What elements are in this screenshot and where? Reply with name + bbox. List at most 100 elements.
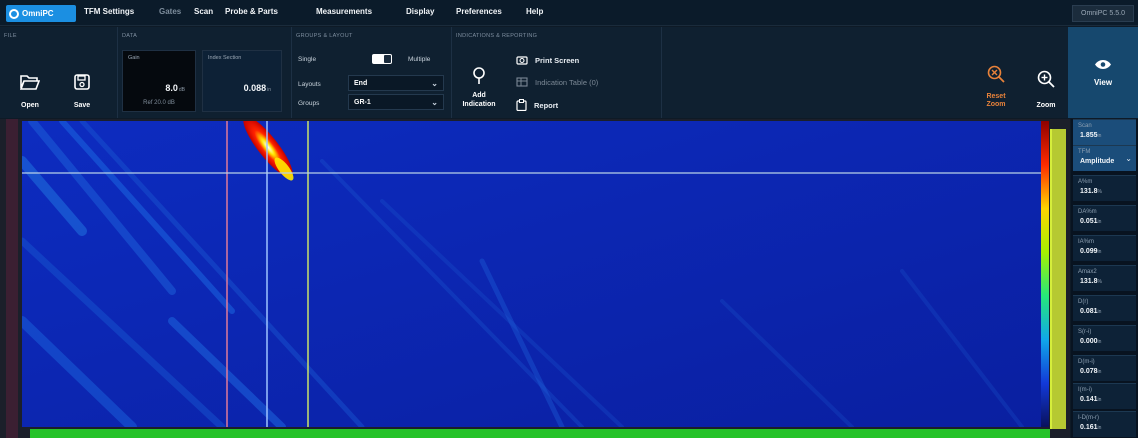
menu-gates[interactable]: Gates	[159, 7, 181, 16]
reading-value: 0.081in	[1080, 308, 1101, 315]
menu-display[interactable]: Display	[406, 7, 434, 16]
single-multiple-row: Single Multiple	[298, 51, 448, 67]
tfm-image[interactable]	[22, 121, 1048, 427]
reading-value: Amplitude	[1080, 158, 1114, 165]
reading-selector[interactable]: TFM Amplitude ⌄	[1073, 145, 1136, 171]
camera-icon	[516, 56, 528, 65]
reading-unit: in	[1097, 397, 1102, 403]
save-label: Save	[73, 102, 91, 109]
report-button[interactable]: Report	[516, 99, 558, 111]
index-section-title: Index Section	[208, 55, 242, 61]
omnipc-logo-icon	[9, 8, 19, 19]
reading-value: 0.000in	[1080, 338, 1101, 345]
menu-tfm-settings[interactable]: TFM Settings	[84, 7, 134, 16]
reading-name: D(m-i)	[1078, 359, 1095, 365]
reading-name: I-D(m-r)	[1078, 415, 1099, 421]
indications-section-header: INDICATIONS & REPORTING	[456, 33, 538, 39]
chevron-down-icon: ⌄	[1125, 154, 1132, 163]
data-section: DATA Gain 8.0dB Ref 20.0 dB Index Sectio…	[118, 27, 292, 118]
file-section-header: FILE	[4, 33, 17, 39]
reading-item[interactable]: Amax2 131.8%	[1073, 265, 1136, 291]
zoom-label: Zoom	[1036, 102, 1056, 109]
amplitude-scale	[1050, 129, 1066, 429]
reading-number: 0.141	[1080, 396, 1098, 403]
zoom-button[interactable]: Zoom	[1026, 53, 1066, 113]
open-label: Open	[21, 102, 39, 109]
multiple-label: Multiple	[408, 55, 431, 63]
groups-section-header: GROUPS & LAYOUT	[296, 33, 353, 39]
reading-value: 1.855in	[1080, 132, 1101, 139]
reading-number: 0.099	[1080, 248, 1098, 255]
save-button[interactable]: Save	[62, 53, 102, 113]
indication-table-label: Indication Table (0)	[535, 77, 599, 87]
print-screen-label: Print Screen	[535, 55, 580, 65]
clipboard-icon	[516, 99, 527, 111]
reading-number: 0.000	[1080, 338, 1098, 345]
reading-item[interactable]: D(r) 0.081in	[1073, 295, 1136, 321]
reading-item[interactable]: IA%m 0.099in	[1073, 235, 1136, 261]
layouts-label: Layouts	[298, 81, 321, 88]
reading-value: 131.8%	[1080, 188, 1102, 195]
reading-unit: in	[1097, 425, 1102, 431]
open-button[interactable]: Open	[10, 53, 50, 113]
groups-label: Groups	[298, 100, 320, 107]
reading-unit: in	[1097, 369, 1102, 375]
groups-layout-section: GROUPS & LAYOUT Single Multiple Layouts …	[292, 27, 452, 118]
reading-value: 0.051in	[1080, 218, 1101, 225]
reset-zoom-label-1: Reset	[986, 93, 1006, 100]
reading-number: 131.8	[1080, 188, 1098, 195]
reading-number: 1.855	[1080, 132, 1098, 139]
gain-box[interactable]: Gain 8.0dB Ref 20.0 dB	[122, 50, 196, 112]
reading-number: Amplitude	[1080, 158, 1115, 165]
ribbon-toolbar: FILE Open Save DATA Gain 8.0dB Ref 20.0 …	[0, 27, 1138, 118]
menu-measurements[interactable]: Measurements	[316, 7, 372, 16]
print-screen-button[interactable]: Print Screen	[516, 55, 579, 65]
reading-name: D(r)	[1078, 299, 1089, 305]
reading-value: 0.141in	[1080, 396, 1101, 403]
groups-select[interactable]: GR-1 ⌄	[348, 94, 444, 110]
reading-value: 131.8%	[1080, 278, 1102, 285]
reading-name: Scan	[1078, 123, 1092, 129]
tfm-view	[0, 119, 1070, 438]
gain-value: 8.0dB	[165, 83, 185, 93]
reading-name: IA%m	[1078, 239, 1095, 245]
menu-scan[interactable]: Scan	[194, 7, 213, 16]
groups-value: GR-1	[354, 98, 371, 106]
reset-zoom-button[interactable]: Reset Zoom	[976, 53, 1016, 113]
add-indication-label-2: Indication	[462, 101, 496, 108]
reading-item[interactable]: I(m-i) 0.141in	[1073, 383, 1136, 409]
single-label: Single	[298, 55, 317, 63]
reading-item[interactable]: S(r-i) 0.000in	[1073, 325, 1136, 351]
pin-icon	[473, 67, 485, 84]
view-button[interactable]: View	[1068, 27, 1138, 118]
gain-title: Gain	[128, 55, 140, 61]
reading-number: 0.051	[1080, 218, 1098, 225]
zoom-in-icon	[1037, 70, 1055, 88]
reading-item[interactable]: DA%m 0.051in	[1073, 205, 1136, 231]
reading-item[interactable]: D(m-i) 0.078in	[1073, 355, 1136, 381]
reading-item[interactable]: A%m 131.8%	[1073, 175, 1136, 201]
reading-unit: %	[1097, 189, 1102, 195]
version-button[interactable]: OmniPC 5.5.0	[1072, 5, 1134, 22]
horizontal-ruler	[30, 429, 1050, 438]
single-multiple-toggle[interactable]	[372, 54, 392, 64]
app-menu-button[interactable]: OmniPC	[6, 5, 76, 22]
add-indication-button[interactable]: Add Indication	[454, 53, 504, 113]
file-section: FILE Open Save	[0, 27, 118, 118]
index-section-box[interactable]: Index Section 0.088in	[202, 50, 282, 112]
menu-help[interactable]: Help	[526, 7, 543, 16]
layouts-select[interactable]: End ⌄	[348, 75, 444, 91]
app-name: OmniPC	[22, 9, 54, 18]
add-indication-label-1: Add	[472, 92, 486, 99]
menu-preferences[interactable]: Preferences	[456, 7, 502, 16]
menu-bar: OmniPC TFM Settings Gates Scan Probe & P…	[0, 0, 1138, 26]
reading-item[interactable]: I-D(m-r) 0.161in	[1073, 411, 1136, 437]
menu-probe-parts[interactable]: Probe & Parts	[225, 7, 278, 16]
folder-open-icon	[20, 75, 40, 90]
chevron-down-icon: ⌄	[431, 98, 438, 107]
reading-unit: in	[1097, 133, 1102, 139]
reading-item[interactable]: Scan 1.855in	[1073, 119, 1136, 145]
index-section-value: 0.088in	[243, 83, 271, 93]
save-icon	[74, 74, 90, 90]
indication-table-button[interactable]: Indication Table (0)	[516, 77, 598, 87]
